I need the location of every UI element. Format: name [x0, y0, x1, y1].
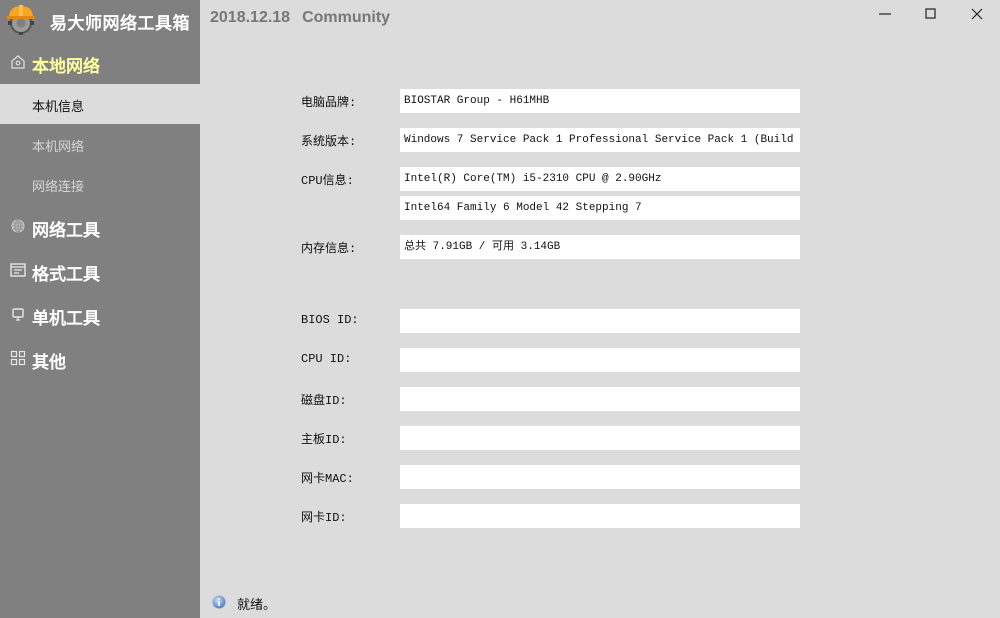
maximize-button[interactable] [908, 0, 954, 30]
cpu-id-field[interactable] [400, 348, 800, 372]
sidebar-item-label: 本机信息 [32, 99, 85, 114]
cpu-label: CPU信息: [301, 174, 354, 188]
sidebar: 易大师网络工具箱 本地网络 本机信息 本机网络 网络连接 网络工具 格式工具 单… [0, 0, 200, 618]
nic-mac-field[interactable] [400, 465, 800, 489]
disk-id-field[interactable] [400, 387, 800, 411]
minimize-button[interactable] [862, 0, 908, 30]
edition-label: Community [302, 9, 391, 26]
minimize-icon [879, 13, 891, 15]
home-icon [11, 55, 25, 69]
sidebar-item-label: 本机网络 [32, 139, 85, 154]
memory-field[interactable] [400, 235, 800, 259]
close-icon [971, 8, 983, 20]
grid-icon [10, 350, 26, 366]
nic-id-field[interactable] [400, 504, 800, 528]
version-info: 2018.12.18 Community [210, 9, 390, 27]
nic-id-label: 网卡ID: [301, 511, 347, 525]
os-field[interactable] [400, 128, 800, 152]
app-title: 易大师网络工具箱 [50, 14, 190, 33]
sidebar-group-other[interactable]: 其他 [0, 338, 200, 378]
sidebar-group-format-tools[interactable]: 格式工具 [0, 250, 200, 290]
sidebar-item-local-network[interactable]: 本机网络 [0, 124, 200, 164]
sidebar-group-label: 格式工具 [32, 265, 100, 284]
globe-icon [11, 219, 25, 233]
maximize-icon [925, 8, 936, 19]
disk-id-label: 磁盘ID: [301, 394, 347, 408]
sidebar-group-label: 网络工具 [32, 221, 100, 240]
sidebar-group-label: 其他 [32, 353, 66, 372]
app-logo-icon [7, 5, 35, 35]
memory-label: 内存信息: [301, 242, 357, 256]
close-button[interactable] [954, 0, 1000, 30]
monitor-icon [12, 308, 24, 321]
bios-id-field[interactable] [400, 309, 800, 333]
cpu-field[interactable] [400, 167, 800, 191]
bios-id-label: BIOS ID: [301, 313, 359, 327]
brand-field[interactable] [400, 89, 800, 113]
info-icon [212, 595, 226, 609]
cpu-id-label: CPU ID: [301, 352, 352, 366]
sidebar-group-local-network[interactable]: 本地网络 [0, 42, 200, 82]
sidebar-item-local-info[interactable]: 本机信息 [0, 84, 200, 124]
sidebar-item-network-connections[interactable]: 网络连接 [0, 164, 200, 204]
app-header: 易大师网络工具箱 [0, 0, 200, 40]
nic-mac-label: 网卡MAC: [301, 472, 354, 486]
sidebar-group-label: 本地网络 [32, 57, 100, 76]
sidebar-group-network-tools[interactable]: 网络工具 [0, 206, 200, 246]
format-icon [10, 263, 26, 277]
status-bar: 就绪。 [200, 590, 1000, 618]
brand-label: 电脑品牌: [301, 96, 357, 110]
board-id-label: 主板ID: [301, 433, 347, 447]
board-id-field[interactable] [400, 426, 800, 450]
sidebar-group-label: 单机工具 [32, 309, 100, 328]
sidebar-item-label: 网络连接 [32, 179, 85, 194]
os-label: 系统版本: [301, 135, 357, 149]
status-text: 就绪。 [237, 597, 277, 612]
sidebar-group-standalone-tools[interactable]: 单机工具 [0, 294, 200, 334]
version-label: 2018.12.18 [210, 9, 291, 26]
cpu-detail-field[interactable] [400, 196, 800, 220]
